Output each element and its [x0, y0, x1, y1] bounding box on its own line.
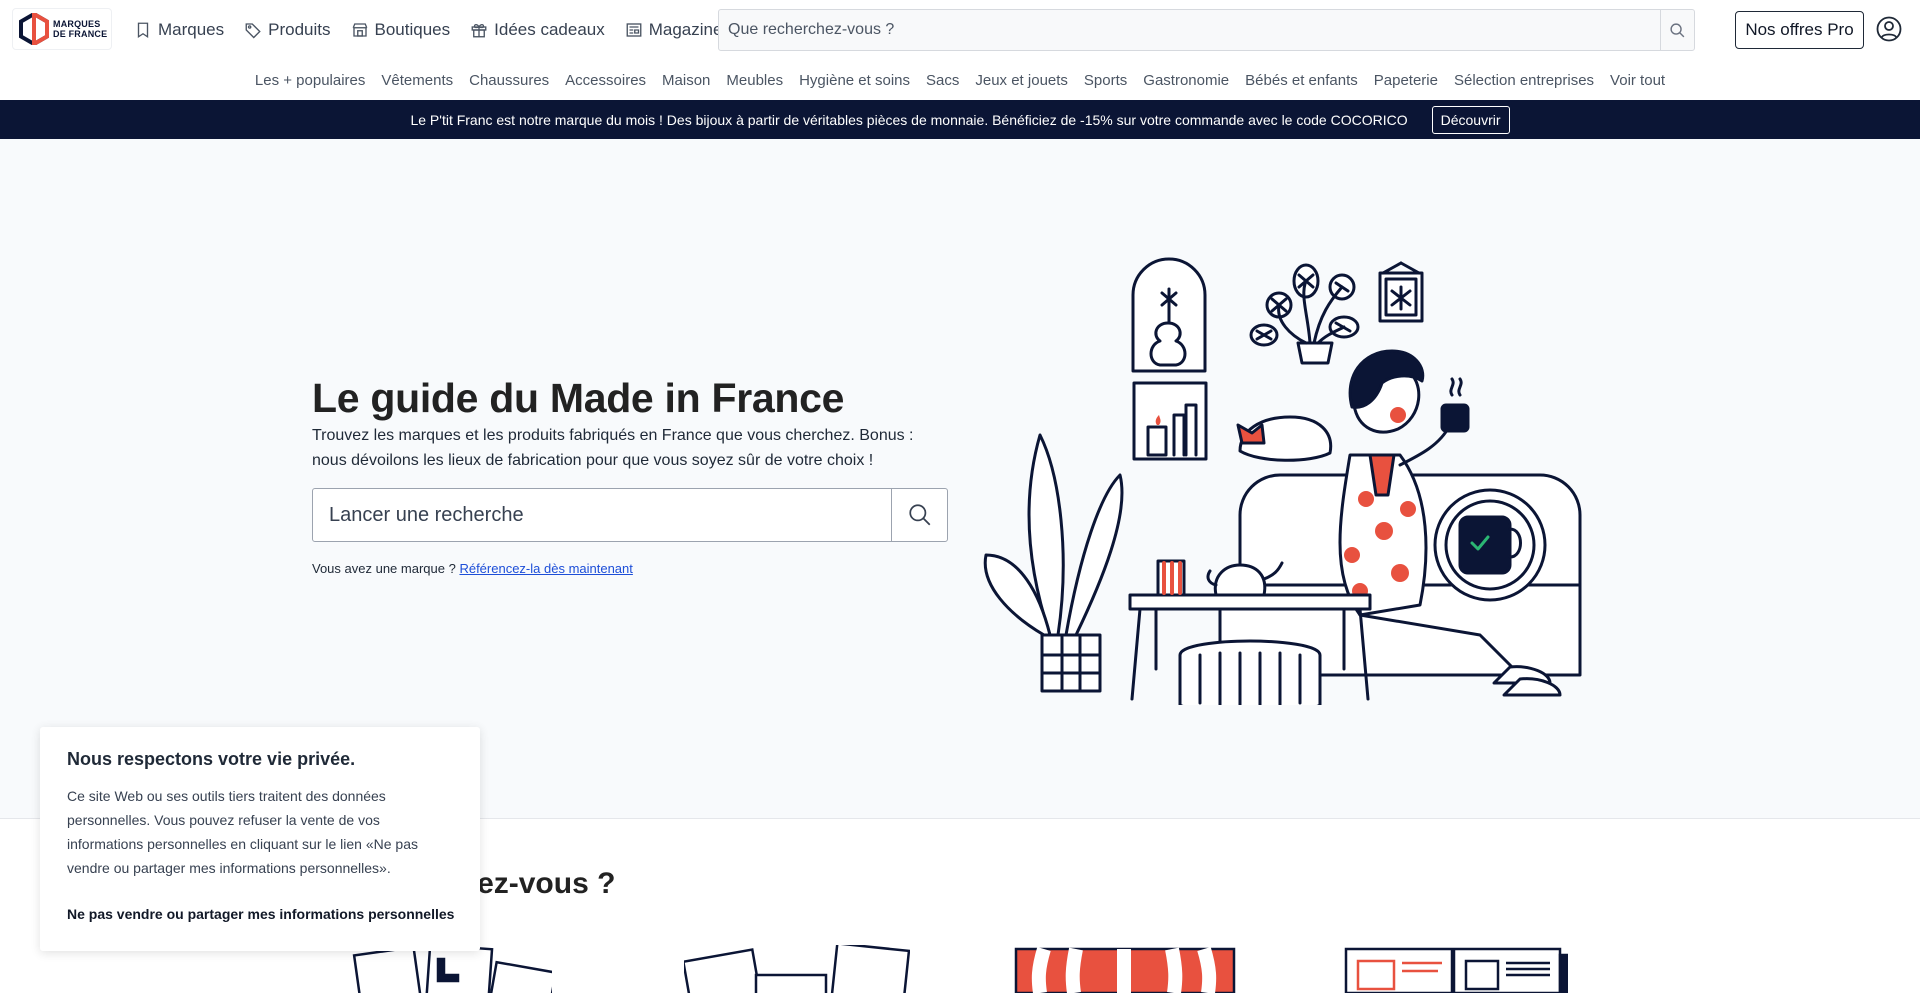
brand-referral: Vous avez une marque ? Référencez-la dès…	[312, 561, 633, 576]
category-bebes[interactable]: Bébés et enfants	[1245, 72, 1358, 89]
category-vetements[interactable]: Vêtements	[381, 72, 453, 89]
category-maison[interactable]: Maison	[662, 72, 710, 89]
promo-discover-button[interactable]: Découvrir	[1431, 105, 1510, 134]
hero-title: Le guide du Made in France	[312, 375, 845, 421]
site-logo[interactable]: MARQUES DE FRANCE	[12, 8, 112, 50]
do-not-sell-link[interactable]: Ne pas vendre ou partager mes informatio…	[67, 906, 454, 922]
brands-tile-illustration	[352, 945, 552, 993]
category-jeux[interactable]: Jeux et jouets	[975, 72, 1068, 89]
hero-illustration	[983, 257, 1582, 705]
privacy-banner: Nous respectons votre vie privée. Ce sit…	[40, 727, 480, 951]
nav-marques-label: Marques	[158, 20, 225, 39]
privacy-title: Nous respectons votre vie privée.	[67, 749, 356, 769]
nav-produits-label: Produits	[268, 20, 331, 39]
privacy-body: Ce site Web ou ses outils tiers traitent…	[67, 788, 418, 876]
hero-search-input[interactable]	[313, 489, 891, 541]
main-nav: Marques Produits Boutiques Idées cadeaux…	[134, 0, 742, 60]
category-papeterie[interactable]: Papeterie	[1374, 72, 1438, 89]
promo-text: Le P'tit Franc est notre marque du mois …	[410, 111, 1408, 128]
category-meubles[interactable]: Meubles	[726, 72, 783, 89]
category-chaussures[interactable]: Chaussures	[469, 72, 549, 89]
brand-prompt: Vous avez une marque ?	[312, 561, 456, 576]
logo-text: MARQUES DE FRANCE	[53, 19, 107, 39]
nav-boutiques-label: Boutiques	[374, 20, 451, 39]
store-icon	[352, 23, 367, 37]
hero-search	[312, 488, 948, 542]
magazine-tile-illustration	[1344, 947, 1568, 993]
nav-boutiques[interactable]: Boutiques	[351, 20, 451, 40]
top-header: MARQUES DE FRANCE Marques Produits Bouti…	[0, 0, 1920, 60]
category-hygiene[interactable]: Hygiène et soins	[799, 72, 910, 89]
category-accessoires[interactable]: Accessoires	[565, 72, 646, 89]
pro-offers-button[interactable]: Nos offres Pro	[1735, 11, 1864, 49]
hero-subtitle: Trouvez les marques et les produits fabr…	[312, 427, 914, 469]
category-voir-tout[interactable]: Voir tout	[1610, 72, 1665, 89]
header-search-button[interactable]	[1660, 10, 1694, 50]
newspaper-icon	[626, 23, 642, 37]
search-icon	[1670, 22, 1685, 37]
hero-search-button[interactable]	[891, 489, 947, 541]
logo-line-2: DE FRANCE	[53, 29, 108, 39]
tag-icon	[245, 23, 261, 39]
bookmark-icon	[137, 22, 149, 39]
category-nav: Les + populaires Vêtements Chaussures Ac…	[0, 60, 1920, 100]
category-sports[interactable]: Sports	[1084, 72, 1127, 89]
hexagon-logo-icon	[19, 13, 49, 45]
header-search-input[interactable]	[719, 10, 1660, 50]
nav-marques[interactable]: Marques	[134, 20, 224, 40]
hero-section: Le guide du Made in France Trouvez les m…	[0, 139, 1920, 819]
nav-idees-cadeaux-label: Idées cadeaux	[494, 20, 605, 39]
shops-tile-illustration	[1014, 946, 1236, 993]
promo-banner: Le P'tit Franc est notre marque du mois …	[0, 100, 1920, 139]
category-populaires[interactable]: Les + populaires	[255, 72, 366, 89]
nav-idees-cadeaux[interactable]: Idées cadeaux	[470, 20, 605, 40]
search-icon	[908, 504, 930, 526]
category-sacs[interactable]: Sacs	[926, 72, 959, 89]
category-gastronomie[interactable]: Gastronomie	[1143, 72, 1229, 89]
logo-line-1: MARQUES	[53, 19, 101, 29]
brand-referral-link[interactable]: Référencez-la dès maintenant	[459, 561, 632, 576]
nav-magazine[interactable]: Magazine	[625, 20, 723, 40]
header-search	[718, 9, 1695, 51]
gift-icon	[471, 23, 487, 38]
nav-magazine-label: Magazine	[648, 20, 723, 39]
category-entreprises[interactable]: Sélection entreprises	[1454, 72, 1594, 89]
user-account-button[interactable]	[1876, 16, 1902, 42]
products-tile-illustration	[684, 945, 910, 993]
user-circle-icon	[1876, 16, 1902, 42]
nav-produits[interactable]: Produits	[244, 20, 331, 40]
